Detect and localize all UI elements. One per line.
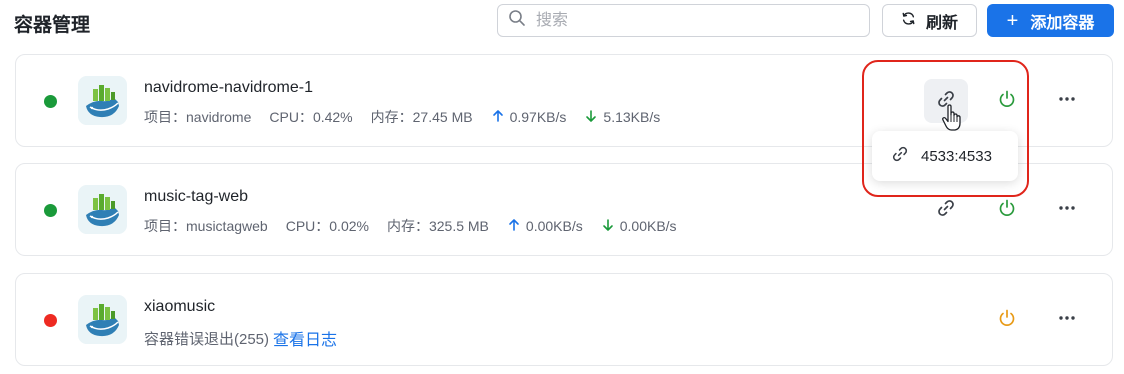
cpu-value: 0.42% [312, 109, 353, 125]
memory-value: 325.5 MB [428, 218, 489, 234]
project-value: musictagweb [186, 218, 268, 234]
link-icon [891, 145, 909, 167]
status-dot-running [44, 95, 57, 108]
download-value: 5.13KB/s [603, 109, 661, 125]
memory-label: 内存： [386, 218, 429, 234]
refresh-label: 刷新 [925, 14, 958, 32]
power-icon [997, 308, 1017, 333]
container-meta: 项目： navidrome CPU： 0.42% 内存： 27.45 MB 0.… [144, 107, 660, 127]
link-icon [936, 89, 956, 114]
cpu-value: 0.02% [329, 218, 369, 234]
project-label: 项目： [144, 109, 186, 125]
upload-value: 0.97KB/s [509, 109, 567, 125]
arrow-down-icon [584, 109, 603, 126]
error-text: 容器错误退出(255) [144, 330, 270, 348]
more-icon [1057, 308, 1077, 333]
power-button[interactable] [985, 79, 1029, 123]
container-card-xiaomusic: xiaomusic 容器错误退出(255) 查看日志 [15, 273, 1113, 366]
arrow-up-icon [507, 218, 526, 235]
container-meta: 容器错误退出(255) 查看日志 [144, 326, 337, 350]
port-link-button[interactable] [924, 188, 968, 232]
whale-app-icon [78, 76, 127, 125]
add-container-label: 添加容器 [1030, 14, 1095, 32]
port-popover[interactable]: 4533:4533 [872, 131, 1018, 181]
search-box[interactable] [497, 4, 870, 37]
container-name: xiaomusic [144, 298, 216, 315]
status-dot-running [44, 204, 57, 217]
container-meta: 项目： musictagweb CPU： 0.02% 内存： 325.5 MB … [144, 216, 677, 236]
port-mapping: 4533:4533 [921, 147, 992, 165]
power-icon [997, 89, 1017, 114]
cpu-label: CPU： [269, 109, 313, 125]
link-icon [936, 198, 956, 223]
refresh-button[interactable]: 刷新 [882, 4, 977, 37]
plus-icon: + [1006, 9, 1019, 32]
cpu-label: CPU： [285, 218, 330, 234]
arrow-up-icon [491, 109, 510, 126]
add-container-button[interactable]: + 添加容器 [987, 4, 1114, 37]
whale-app-icon [78, 185, 127, 234]
memory-label: 内存： [370, 109, 413, 125]
search-icon [508, 9, 526, 32]
power-icon [997, 198, 1017, 223]
memory-value: 27.45 MB [412, 109, 473, 125]
port-link-button[interactable] [924, 79, 968, 123]
refresh-icon [901, 11, 916, 31]
view-logs-link[interactable]: 查看日志 [273, 326, 337, 350]
container-name: navidrome-navidrome-1 [144, 79, 313, 96]
status-dot-stopped [44, 314, 57, 327]
container-name: music-tag-web [144, 188, 249, 205]
power-button[interactable] [985, 298, 1029, 342]
more-button[interactable] [1045, 298, 1089, 342]
page-title: 容器管理 [14, 15, 91, 36]
download-value: 0.00KB/s [619, 218, 677, 234]
more-icon [1057, 89, 1077, 114]
more-button[interactable] [1045, 188, 1089, 232]
whale-app-icon [78, 295, 127, 344]
arrow-down-icon [601, 218, 620, 235]
power-button[interactable] [985, 188, 1029, 232]
more-icon [1057, 198, 1077, 223]
upload-value: 0.00KB/s [525, 218, 583, 234]
search-input[interactable] [534, 10, 838, 31]
project-label: 项目： [144, 218, 186, 234]
project-value: navidrome [186, 109, 252, 125]
more-button[interactable] [1045, 79, 1089, 123]
